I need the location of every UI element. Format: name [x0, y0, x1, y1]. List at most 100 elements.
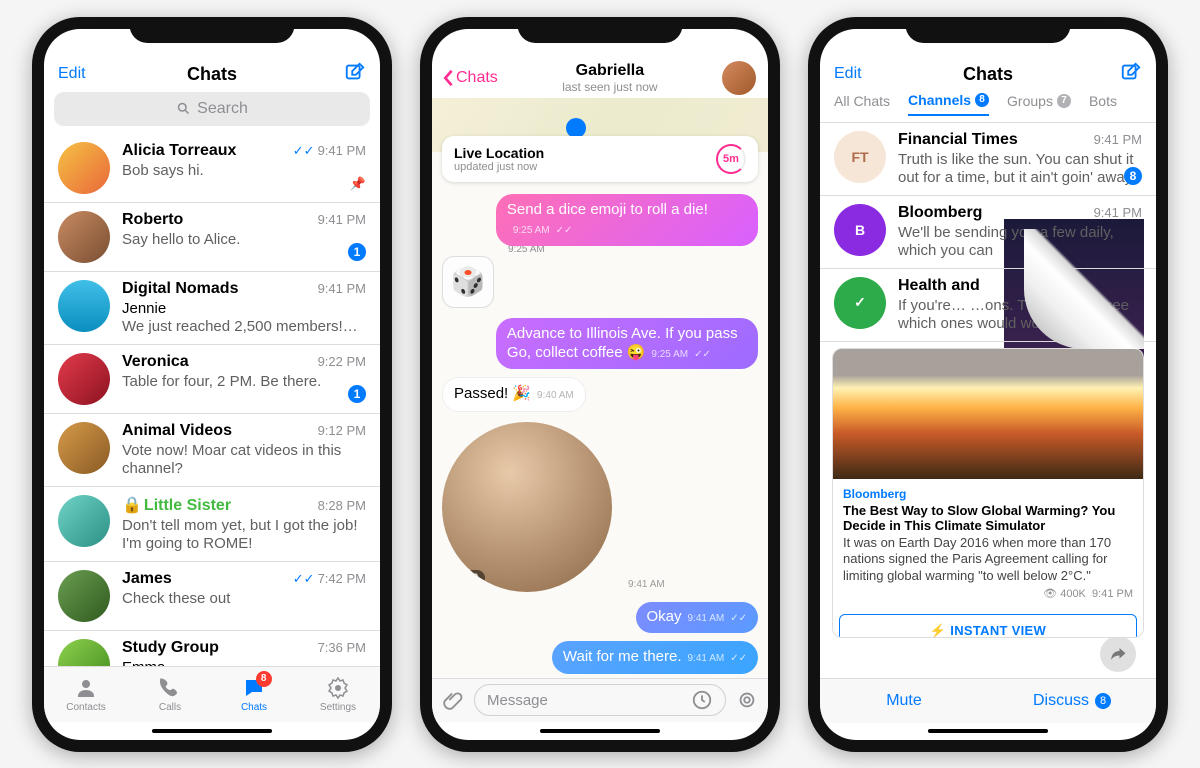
- chat-preview: Vote now! Moar cat videos in this channe…: [122, 442, 366, 478]
- chat-preview: Bob says hi.: [122, 162, 366, 180]
- mic-icon[interactable]: [736, 689, 758, 711]
- live-location-subtitle: updated just now: [454, 161, 544, 173]
- video-message[interactable]: 0:23: [442, 422, 612, 592]
- chat-name: Animal Videos: [122, 422, 232, 440]
- chat-preview: Don't tell mom yet, but I got the job! I…: [122, 517, 366, 553]
- channel-row[interactable]: FTFinancial Times9:41 PMTruth is like th…: [820, 123, 1156, 196]
- chat-time: 9:41 PM: [318, 281, 366, 296]
- dice-emoji[interactable]: 🎲: [442, 256, 494, 308]
- live-location-timer: 5m: [716, 144, 746, 174]
- tab-contacts[interactable]: Contacts: [44, 667, 128, 722]
- channel-preview: We'll be sending you a few daily, which …: [898, 224, 1142, 260]
- map-pin-icon: [566, 118, 586, 138]
- chat-time: ✓✓7:42 PM: [293, 571, 366, 587]
- message-out[interactable]: Okay9:41 AM✓✓: [636, 602, 758, 633]
- chat-row[interactable]: Study Group 7:36 PM Emma: [44, 631, 380, 666]
- channel-bottom-bar: Mute Discuss8: [820, 678, 1156, 723]
- edit-button[interactable]: Edit: [834, 65, 884, 83]
- chat-row[interactable]: Veronica9:22 PMTable for four, 2 PM. Be …: [44, 345, 380, 414]
- instant-view-button[interactable]: ⚡ INSTANT VIEW: [839, 614, 1137, 637]
- chat-row[interactable]: Alicia Torreaux✓✓9:41 PMBob says hi.📌: [44, 134, 380, 203]
- chat-name: Study Group: [122, 639, 219, 657]
- chat-row[interactable]: 🔒Little Sister8:28 PMDon't tell mom yet,…: [44, 487, 380, 562]
- tabbar: Contacts Calls 8 Chats Settings: [44, 666, 380, 722]
- chat-time: 9:12 PM: [318, 423, 366, 438]
- unread-badge: 1: [348, 385, 366, 403]
- channel-preview: If you're… …ons. This …s you see which o…: [898, 297, 1142, 333]
- chat-row[interactable]: James✓✓7:42 PMCheck these out: [44, 562, 380, 631]
- tab-label: Contacts: [66, 702, 105, 713]
- video-duration: 0:23: [450, 570, 485, 586]
- article-image: [833, 349, 1143, 479]
- article-card[interactable]: Bloomberg The Best Way to Slow Global Wa…: [832, 348, 1144, 638]
- channel-row[interactable]: BBloomberg9:41 PMWe'll be sending you a …: [820, 196, 1156, 269]
- lock-icon: 🔒: [122, 497, 142, 514]
- message-placeholder: Message: [487, 692, 548, 709]
- mute-button[interactable]: Mute: [820, 679, 988, 723]
- chat-name: Digital Nomads: [122, 280, 238, 298]
- search-input[interactable]: Search: [54, 92, 370, 126]
- pin-icon: 📌: [350, 176, 366, 192]
- chat-time: 9:22 PM: [318, 354, 366, 369]
- sticker-icon[interactable]: [691, 689, 713, 711]
- contact-name[interactable]: Gabriella: [498, 62, 722, 80]
- tab-settings[interactable]: Settings: [296, 667, 380, 722]
- tab-calls[interactable]: Calls: [128, 667, 212, 722]
- avatar: ✓: [834, 277, 886, 329]
- message-in[interactable]: Passed! 🎉9:40 AM: [442, 377, 586, 412]
- chat-name: James: [122, 570, 172, 588]
- tab-label: Calls: [159, 702, 181, 713]
- chat-preview: Say hello to Alice.: [122, 231, 366, 249]
- avatar[interactable]: [722, 61, 756, 95]
- compose-button[interactable]: [1092, 61, 1142, 88]
- folder-tab-channels[interactable]: Channels8: [908, 92, 989, 116]
- chat-time: 8:28 PM: [318, 498, 366, 513]
- chat-preview: JennieWe just reached 2,500 members! WOO…: [122, 300, 366, 336]
- tab-badge: 8: [256, 671, 272, 687]
- message-out[interactable]: Send a dice emoji to roll a die!9:25 AM✓…: [496, 194, 758, 246]
- search-icon: [176, 101, 191, 116]
- article-headline: The Best Way to Slow Global Warming? You…: [843, 503, 1133, 533]
- edit-button[interactable]: Edit: [58, 65, 108, 83]
- chat-preview: Emma: [122, 659, 366, 666]
- channel-name: Bloomberg: [898, 204, 982, 222]
- avatar: FT: [834, 131, 886, 183]
- avatar: [58, 422, 110, 474]
- channel-row[interactable]: ✓Health andIf you're… …ons. This …s you …: [820, 269, 1156, 342]
- channel-preview: Truth is like the sun. You can shut it o…: [898, 151, 1142, 187]
- chat-row[interactable]: Digital Nomads 9:41 PM JennieWe just reach…: [44, 272, 380, 345]
- back-button[interactable]: Chats: [442, 69, 498, 87]
- avatar: B: [834, 204, 886, 256]
- channel-name: Financial Times: [898, 131, 1018, 149]
- message-out[interactable]: Wait for me there.9:41 AM✓✓: [552, 641, 758, 674]
- avatar: [58, 211, 110, 263]
- folder-tab-groups[interactable]: Groups7: [1007, 92, 1071, 116]
- unread-badge: 1: [348, 243, 366, 261]
- folder-tab-all[interactable]: All Chats: [834, 92, 890, 116]
- read-icon: ✓✓: [293, 571, 315, 586]
- message-input[interactable]: Message: [474, 684, 726, 716]
- share-button[interactable]: [1100, 636, 1136, 672]
- avatar: [58, 639, 110, 666]
- chat-row[interactable]: Animal Videos 9:12 PM Vote now! Moar cat v…: [44, 414, 380, 487]
- chat-name: Alicia Torreaux: [122, 142, 236, 160]
- avatar: [58, 353, 110, 405]
- avatar: [58, 495, 110, 547]
- chat-time: 7:36 PM: [318, 640, 366, 655]
- tab-chats[interactable]: 8 Chats: [212, 667, 296, 722]
- compose-button[interactable]: [316, 61, 366, 88]
- navbar: Edit Chats: [44, 55, 380, 92]
- discuss-button[interactable]: Discuss8: [988, 679, 1156, 723]
- navbar: Edit Chats: [820, 55, 1156, 92]
- live-location-card[interactable]: Live Location updated just now 5m: [442, 136, 758, 182]
- contact-status: last seen just now: [498, 80, 722, 94]
- chat-time: 9:41 PM: [318, 212, 366, 227]
- tab-label: Settings: [320, 702, 356, 713]
- unread-badge: 8: [1124, 167, 1142, 185]
- message-out[interactable]: Advance to Illinois Ave. If you pass Go,…: [496, 318, 758, 370]
- channel-list: FTFinancial Times9:41 PMTruth is like th…: [820, 123, 1156, 342]
- article-source: Bloomberg: [843, 487, 1133, 501]
- folder-tab-bots[interactable]: Bots: [1089, 92, 1117, 116]
- chat-row[interactable]: Roberto9:41 PMSay hello to Alice.1: [44, 203, 380, 272]
- attach-icon[interactable]: [442, 689, 464, 711]
